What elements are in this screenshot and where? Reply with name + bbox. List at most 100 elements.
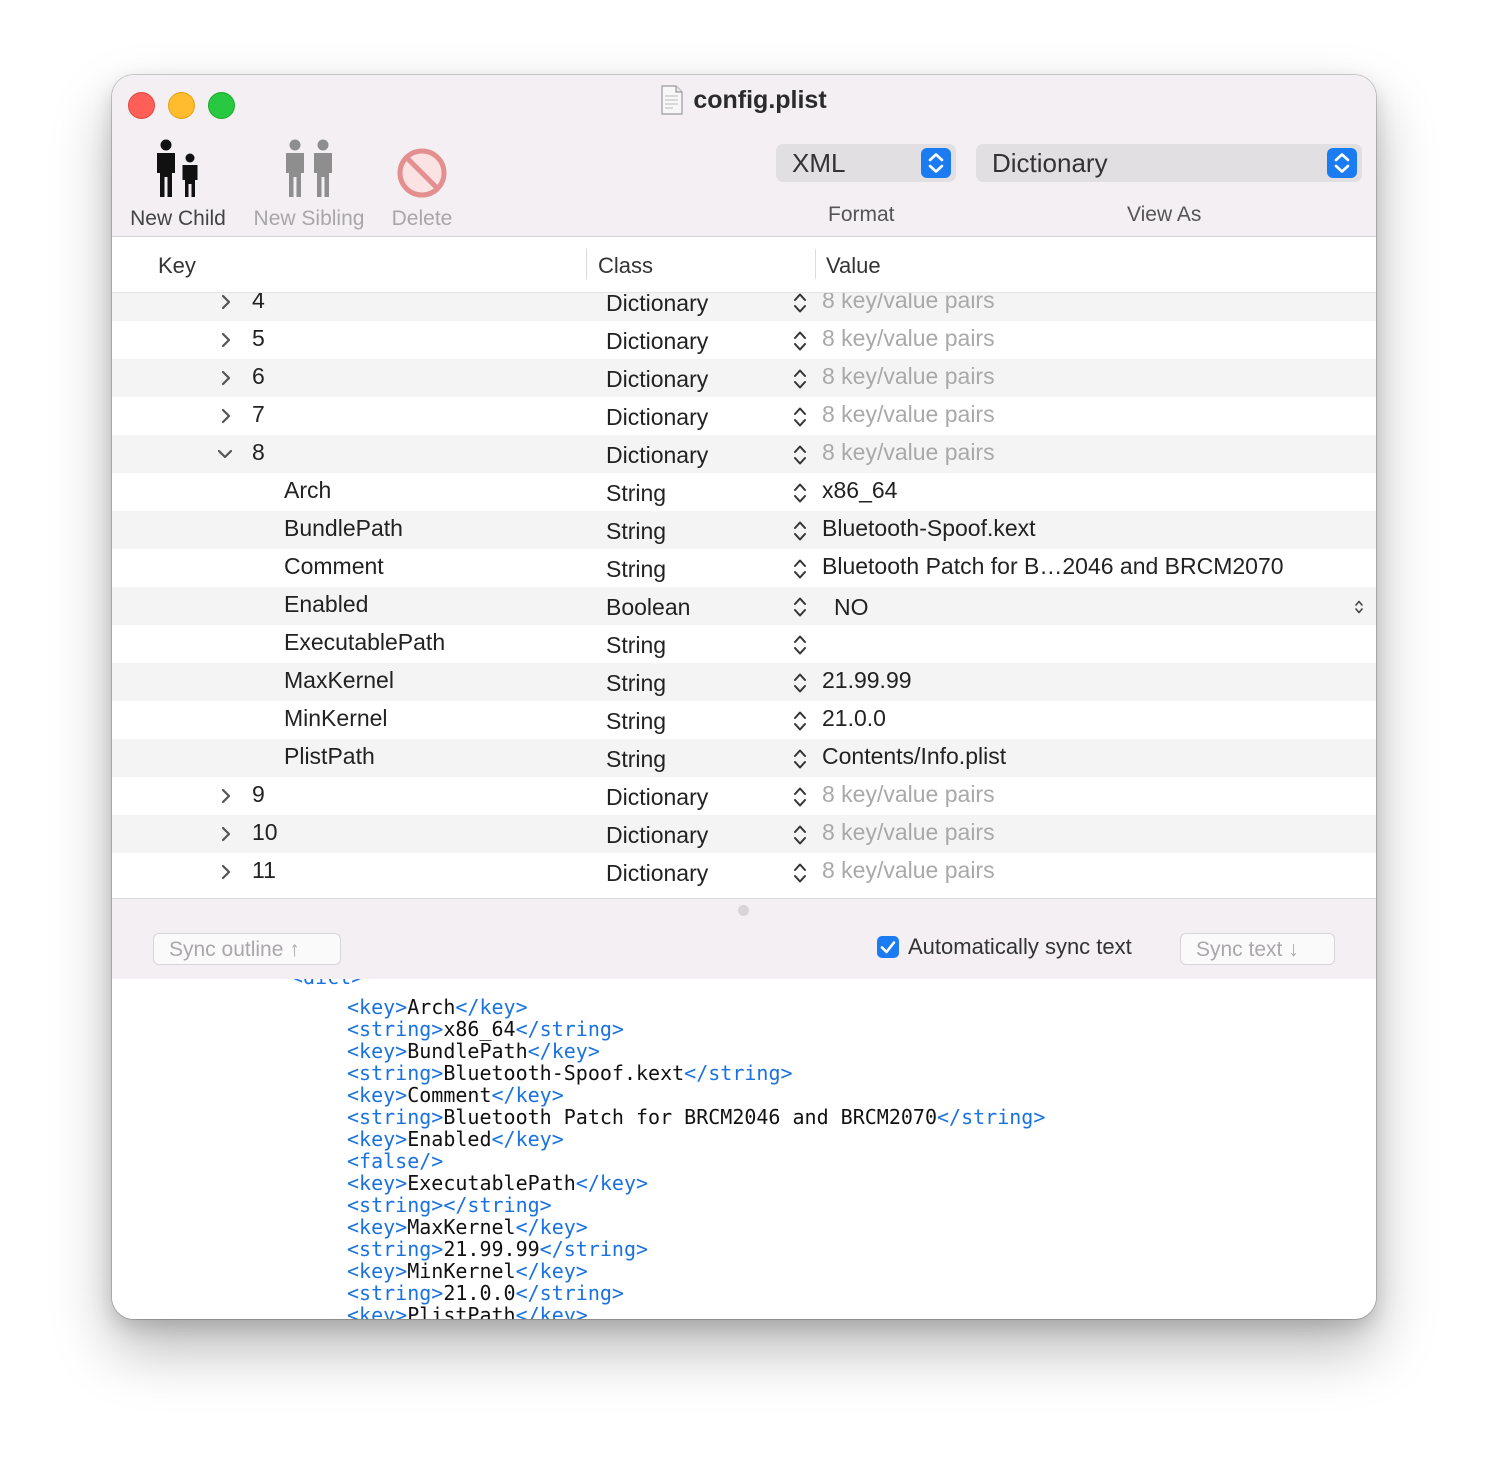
row-key: MaxKernel [284,667,394,693]
outline-row[interactable]: 9 Dictionary 8 key/value pairs [112,777,1376,815]
outline-row[interactable]: 7 Dictionary 8 key/value pairs [112,397,1376,435]
row-class: String [606,632,667,658]
disclosure-chevron-right-icon[interactable] [218,824,234,844]
xml-open-tag: <string> [347,1237,444,1261]
new-sibling-label: New Sibling [253,207,365,230]
outline-row[interactable]: 8 Dictionary 8 key/value pairs [112,435,1376,473]
disclosure-chevron-right-icon[interactable] [218,368,234,388]
auto-sync-label[interactable]: Automatically sync text [908,934,1132,960]
key-column-header[interactable]: Key [158,253,196,279]
class-stepper-icon[interactable] [792,329,808,353]
class-stepper-icon[interactable] [792,443,808,467]
row-value: 8 key/value pairs [822,781,995,807]
disclosure-chevron-right-icon[interactable] [218,293,234,312]
xml-close-tag: </key> [515,1259,588,1283]
row-value[interactable]: 21.99.99 [822,667,912,694]
class-stepper-icon[interactable] [792,293,808,315]
outline-row[interactable]: 10 Dictionary 8 key/value pairs [112,815,1376,853]
xml-close-tag: </string> [515,1281,624,1305]
sync-bar: Sync outline ↑ Automatically sync text S… [112,898,1376,980]
xml-text: MaxKernel [407,1215,516,1239]
xml-line: <string>Bluetooth-Spoof.kext</string> [347,1061,793,1085]
boolean-value-popup[interactable]: NO [834,594,869,621]
class-stepper-icon[interactable] [792,367,808,391]
xml-close-tag: </key> [575,1171,649,1195]
row-class: String [606,556,667,582]
xml-line: <key>PlistPath</key> [347,1303,588,1319]
delete-button[interactable]: Delete [384,133,460,231]
disclosure-chevron-down-icon[interactable] [215,444,235,464]
row-key: 4 [252,293,265,313]
xml-close-tag: </key> [455,995,528,1019]
xml-text: PlistPath [407,1303,516,1319]
row-value[interactable]: 21.0.0 [822,705,886,732]
outline-row[interactable]: ExecutablePath String [112,625,1376,663]
boolean-popup-chevron-icon[interactable] [1354,599,1364,615]
class-stepper-icon[interactable] [792,785,808,809]
xml-text: 21.0.0 [443,1281,516,1305]
outline-row[interactable]: MinKernel String 21.0.0 [112,701,1376,739]
class-stepper-icon[interactable] [792,557,808,581]
xml-open-tag: <string> [347,1017,444,1041]
class-stepper-icon[interactable] [792,519,808,543]
row-key: 6 [252,363,265,389]
row-class: Dictionary [606,366,709,392]
xml-open-tag: <string> [347,1105,444,1129]
class-stepper-icon[interactable] [792,861,808,885]
new-child-button[interactable]: New Child [124,133,232,231]
format-popup[interactable]: XML [776,144,956,182]
class-column-header[interactable]: Class [598,253,653,279]
plist-editor-window: config.plist New Child New Sibling Delet… [112,75,1376,1319]
xml-open-tag: <string> [347,1061,444,1085]
class-stepper-icon[interactable] [792,595,808,619]
outline-row[interactable]: MaxKernel String 21.99.99 [112,663,1376,701]
outline-row[interactable]: PlistPath String Contents/Info.plist [112,739,1376,777]
row-key: 10 [252,819,278,845]
new-sibling-button[interactable]: New Sibling [246,133,372,231]
xml-text-view[interactable]: <dict> <key>Arch</key><string>x86_64</st… [112,979,1376,1319]
outline-row[interactable]: Comment String Bluetooth Patch for B…204… [112,549,1376,587]
row-value: 8 key/value pairs [822,293,995,313]
xml-text: BundlePath [407,1039,528,1063]
row-key: PlistPath [284,743,375,769]
column-divider[interactable] [815,249,816,279]
row-value[interactable]: Bluetooth-Spoof.kext [822,515,1036,542]
class-stepper-icon[interactable] [792,405,808,429]
value-column-header[interactable]: Value [826,253,881,279]
outline-row[interactable]: 11 Dictionary 8 key/value pairs [112,853,1376,891]
sync-text-button[interactable]: Sync text ↓ [1180,933,1335,965]
row-value[interactable]: x86_64 [822,477,897,504]
class-stepper-icon[interactable] [792,709,808,733]
view-as-popup[interactable]: Dictionary [976,144,1362,182]
split-view-divider-handle[interactable] [738,905,749,916]
outline-row[interactable]: Arch String x86_64 [112,473,1376,511]
column-divider[interactable] [586,249,587,279]
outline-row[interactable]: 6 Dictionary 8 key/value pairs [112,359,1376,397]
class-stepper-icon[interactable] [792,633,808,657]
outline-view: 4 Dictionary 8 key/value pairs 5 Diction… [112,293,1376,893]
class-stepper-icon[interactable] [792,747,808,771]
disclosure-chevron-right-icon[interactable] [218,862,234,882]
row-value[interactable]: Bluetooth Patch for B…2046 and BRCM2070 [822,553,1284,580]
disclosure-chevron-right-icon[interactable] [218,786,234,806]
outline-row[interactable]: 5 Dictionary 8 key/value pairs [112,321,1376,359]
xml-close-tag: </key> [515,1215,588,1239]
xml-line: <string>21.99.99</string> [347,1237,648,1261]
class-stepper-icon[interactable] [792,481,808,505]
disclosure-chevron-right-icon[interactable] [218,330,234,350]
sync-outline-button[interactable]: Sync outline ↑ [153,933,341,965]
class-stepper-icon[interactable] [792,823,808,847]
row-class: Boolean [606,594,691,620]
disclosure-chevron-right-icon[interactable] [218,406,234,426]
new-child-label: New Child [130,207,226,230]
outline-row[interactable]: 4 Dictionary 8 key/value pairs [112,293,1376,321]
auto-sync-checkbox[interactable] [877,936,899,958]
outline-row[interactable]: BundlePath String Bluetooth-Spoof.kext [112,511,1376,549]
xml-open-tag: <key> [347,1127,408,1151]
outline-row[interactable]: Enabled Boolean NO [112,587,1376,625]
class-stepper-icon[interactable] [792,671,808,695]
xml-close-tag: </key> [491,1083,564,1107]
row-value[interactable]: Contents/Info.plist [822,743,1006,770]
xml-open-tag: <key> [347,995,408,1019]
row-value: 8 key/value pairs [822,363,995,389]
